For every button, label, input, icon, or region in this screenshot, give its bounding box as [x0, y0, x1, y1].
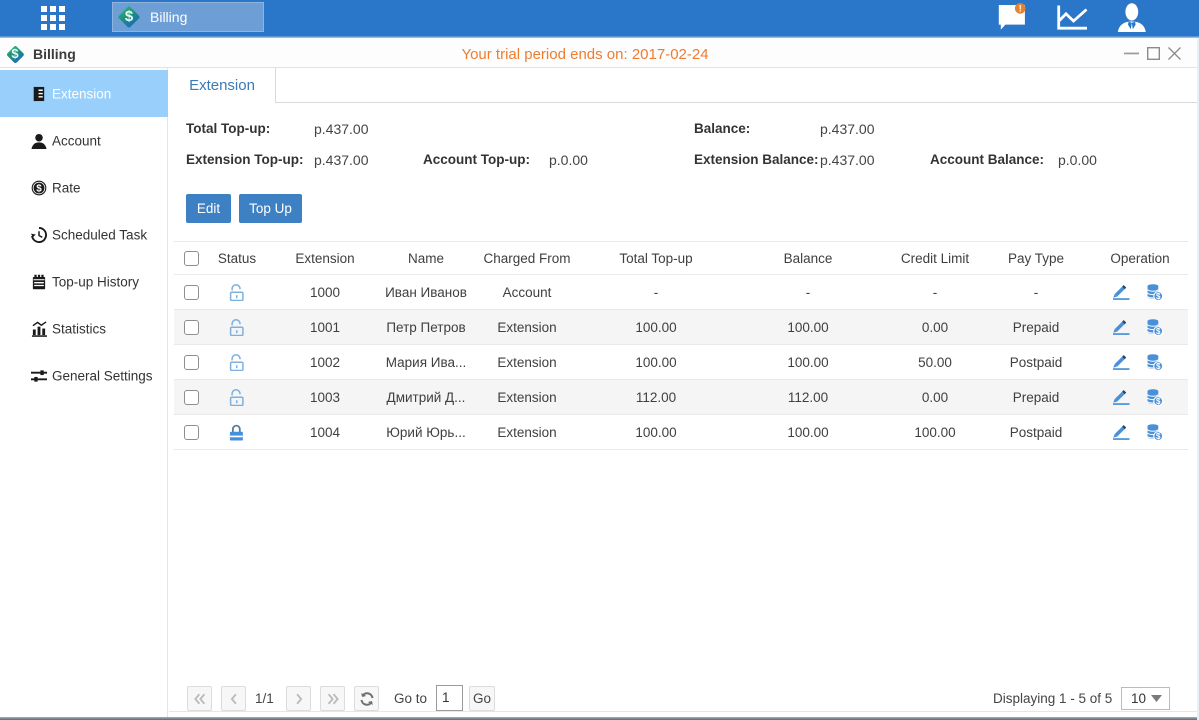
svg-text:$: $	[36, 183, 42, 194]
svg-text:!: !	[1019, 4, 1022, 14]
